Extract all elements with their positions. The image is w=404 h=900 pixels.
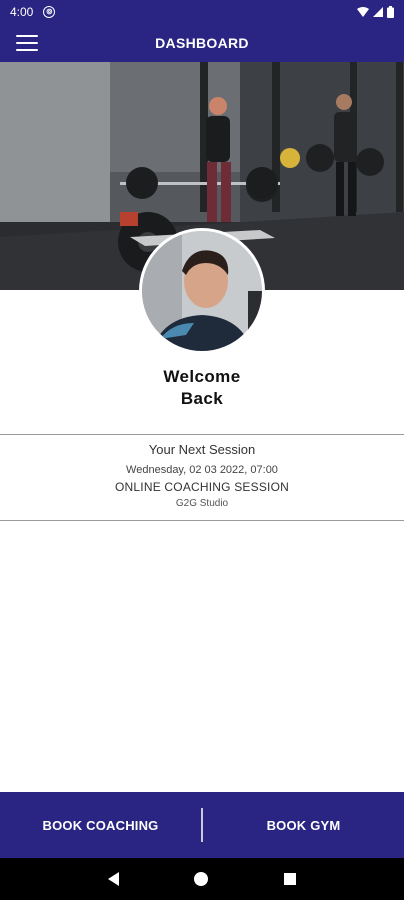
notification-badge-icon: ⊚: [43, 6, 56, 18]
section-divider: [0, 434, 404, 435]
menu-line: [16, 49, 38, 51]
status-time: 4:00: [10, 5, 34, 19]
recent-apps-icon[interactable]: [284, 873, 297, 885]
book-coaching-button[interactable]: BOOK COACHING: [0, 792, 201, 858]
wifi-icon: [357, 7, 369, 17]
welcome-line: Back: [180, 389, 224, 408]
next-session-card[interactable]: Your Next Session Wednesday, 02 03 2022,…: [0, 442, 404, 509]
avatar: [139, 228, 265, 354]
user-photo: [142, 231, 262, 351]
section-divider: [0, 520, 404, 521]
menu-line: [16, 35, 38, 37]
back-icon[interactable]: [107, 872, 119, 886]
app-bar: DASHBOARD: [0, 24, 404, 62]
status-indicators: [357, 6, 394, 18]
menu-icon[interactable]: [16, 35, 38, 51]
status-bar: 4:00 ⊚: [0, 0, 404, 24]
page-title: DASHBOARD: [155, 35, 249, 51]
system-nav-bar: [0, 858, 404, 900]
menu-line: [16, 42, 38, 44]
bottom-action-bar: BOOK COACHING BOOK GYM: [0, 792, 404, 858]
book-gym-button[interactable]: BOOK GYM: [203, 792, 404, 858]
welcome-message: Welcome Back: [0, 366, 404, 410]
welcome-line: Welcome: [163, 367, 241, 386]
session-heading: Your Next Session: [148, 442, 256, 457]
session-name: ONLINE COACHING SESSION: [115, 480, 289, 494]
home-icon[interactable]: [194, 872, 209, 886]
battery-icon: [387, 6, 394, 18]
session-datetime: Wednesday, 02 03 2022, 07:00: [126, 464, 278, 476]
signal-icon: [373, 7, 383, 17]
session-location: G2G Studio: [175, 498, 229, 509]
